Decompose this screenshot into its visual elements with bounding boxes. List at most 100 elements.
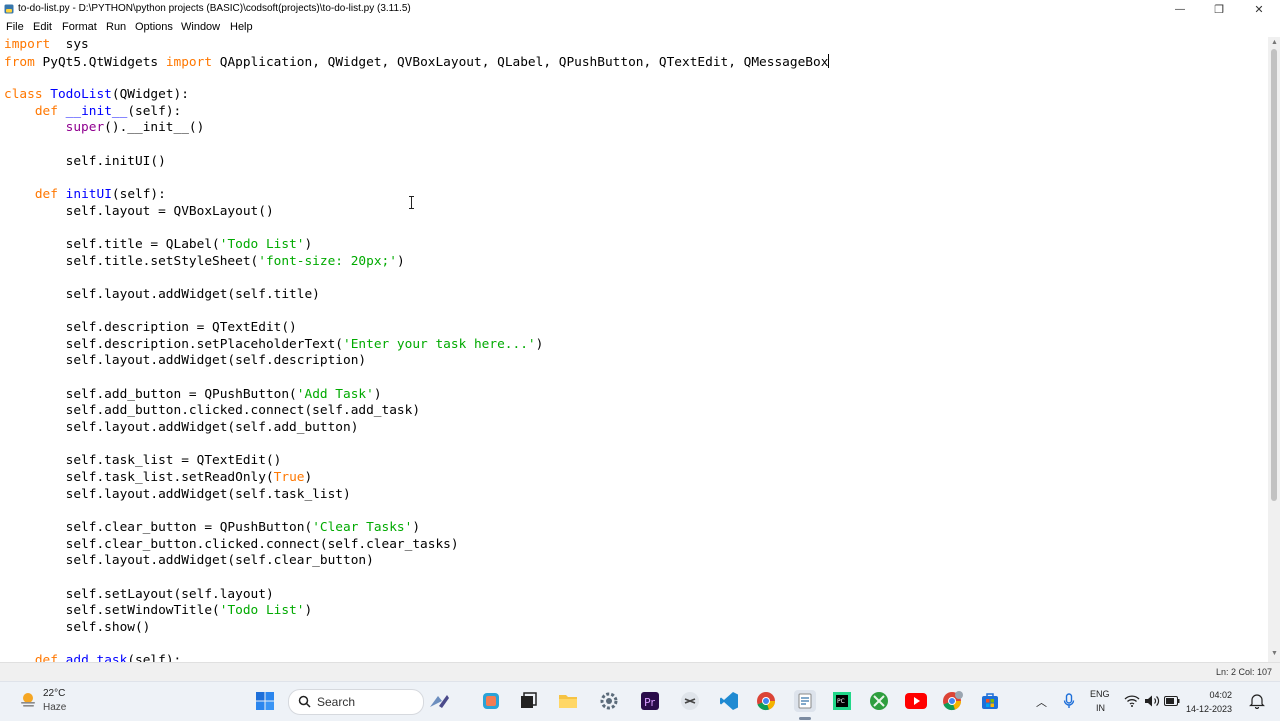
- code-token: ): [304, 470, 313, 486]
- scroll-up-icon[interactable]: ▲: [1271, 39, 1278, 46]
- code-line[interactable]: class TodoList(QWidget):: [4, 87, 829, 104]
- notifications-icon[interactable]: [1246, 690, 1268, 712]
- code-editor[interactable]: import sys from PyQt5.QtWidgets import QA…: [0, 37, 1268, 662]
- search-highlight-icon: [430, 695, 449, 708]
- code-token-kw: class: [4, 86, 43, 102]
- language-bottom[interactable]: IN: [1096, 703, 1105, 713]
- code-line[interactable]: [4, 137, 829, 154]
- code-line[interactable]: self.description.setPlaceholderText('Ent…: [4, 337, 829, 354]
- code-line[interactable]: super().__init__(): [4, 120, 829, 137]
- menu-run[interactable]: Run: [106, 21, 126, 33]
- code-token: sys: [50, 37, 89, 52]
- windows-start-icon[interactable]: [254, 690, 276, 712]
- code-line[interactable]: self.add_button = QPushButton('Add Task'…: [4, 387, 829, 404]
- xbox-icon[interactable]: [868, 690, 890, 712]
- code-line[interactable]: self.layout.addWidget(self.title): [4, 287, 829, 304]
- menu-file[interactable]: File: [6, 21, 24, 33]
- scroll-down-icon[interactable]: ▼: [1271, 650, 1278, 657]
- settings-icon[interactable]: [598, 690, 620, 712]
- code-token: ): [304, 603, 313, 619]
- chrome-icon[interactable]: [755, 690, 777, 712]
- code-token-str: 'Todo List': [219, 236, 305, 252]
- code-line[interactable]: [4, 503, 829, 520]
- code-line[interactable]: self.title.setStyleSheet('font-size: 20p…: [4, 254, 829, 271]
- code-token-kw: import: [4, 37, 51, 52]
- close-button[interactable]: ✕: [1239, 0, 1279, 19]
- wifi-icon[interactable]: [1121, 690, 1143, 712]
- capcut-icon[interactable]: [679, 690, 701, 712]
- code-line[interactable]: [4, 437, 829, 454]
- code-line[interactable]: self.setWindowTitle('Todo List'): [4, 603, 829, 620]
- idle-python-icon[interactable]: [794, 690, 816, 712]
- code-line[interactable]: [4, 70, 829, 87]
- code-line[interactable]: self.clear_button.clicked.connect(self.c…: [4, 537, 829, 554]
- code-token: self.initUI(): [4, 153, 166, 169]
- code-line[interactable]: import sys: [4, 37, 829, 54]
- code-line[interactable]: def add_task(self):: [4, 653, 829, 662]
- code-line[interactable]: self.clear_button = QPushButton('Clear T…: [4, 520, 829, 537]
- clock-date: 14-12-2023: [1185, 704, 1232, 714]
- microphone-icon[interactable]: [1058, 690, 1080, 712]
- maximize-button[interactable]: ❐: [1199, 0, 1239, 19]
- code-line[interactable]: [4, 170, 829, 187]
- menu-help[interactable]: Help: [230, 21, 253, 33]
- vscode-icon[interactable]: [718, 690, 740, 712]
- language-top[interactable]: ENG: [1090, 689, 1110, 699]
- system-clock[interactable]: 04:02 14-12-2023: [1186, 688, 1232, 716]
- minimize-button[interactable]: —: [1160, 0, 1200, 19]
- widgets-icon[interactable]: [480, 690, 502, 712]
- chrome-profile-icon[interactable]: [942, 690, 964, 712]
- weather-description[interactable]: Haze: [43, 702, 66, 713]
- code-line[interactable]: self.layout.addWidget(self.description): [4, 353, 829, 370]
- code-line[interactable]: self.initUI(): [4, 154, 829, 171]
- task-view-icon[interactable]: [517, 690, 539, 712]
- code-line[interactable]: self.task_list = QTextEdit(): [4, 453, 829, 470]
- scrollbar-thumb[interactable]: [1271, 49, 1277, 501]
- menu-edit[interactable]: Edit: [33, 21, 52, 33]
- code-token: self.layout.addWidget(self.title): [4, 286, 320, 302]
- code-line[interactable]: self.add_button.clicked.connect(self.add…: [4, 403, 829, 420]
- title-bar: to-do-list.py - D:\PYTHON\python project…: [0, 0, 1280, 19]
- code-line[interactable]: self.setLayout(self.layout): [4, 587, 829, 604]
- code-line[interactable]: self.show(): [4, 620, 829, 637]
- code-line[interactable]: def initUI(self):: [4, 187, 829, 204]
- code-line[interactable]: [4, 637, 829, 654]
- file-explorer-icon[interactable]: [557, 690, 579, 712]
- vertical-scrollbar[interactable]: ▲ ▼: [1268, 37, 1280, 662]
- code-line[interactable]: def __init__(self):: [4, 104, 829, 121]
- taskbar-search-box[interactable]: Search: [288, 689, 449, 715]
- battery-icon[interactable]: [1161, 690, 1183, 712]
- premiere-icon[interactable]: Pr: [639, 690, 661, 712]
- store-icon[interactable]: [979, 690, 1001, 712]
- code-line[interactable]: [4, 370, 829, 387]
- code-line[interactable]: self.layout.addWidget(self.add_button): [4, 420, 829, 437]
- code-line[interactable]: self.layout.addWidget(self.clear_button): [4, 553, 829, 570]
- menu-window[interactable]: Window: [181, 21, 220, 33]
- code-line[interactable]: self.description = QTextEdit(): [4, 320, 829, 337]
- code-line[interactable]: [4, 304, 829, 321]
- youtube-icon[interactable]: [905, 690, 927, 712]
- code-line[interactable]: [4, 570, 829, 587]
- code-line[interactable]: [4, 220, 829, 237]
- haze-weather-icon[interactable]: [18, 690, 38, 710]
- python-file-icon: [4, 4, 14, 14]
- code-line[interactable]: self.layout = QVBoxLayout(): [4, 204, 829, 221]
- code-token: ().__init__(): [104, 120, 205, 136]
- volume-icon[interactable]: [1141, 690, 1163, 712]
- show-hidden-icons-chevron-icon[interactable]: ︿: [1036, 694, 1047, 710]
- code-token-kw: from: [4, 54, 35, 70]
- pycharm-icon[interactable]: PC: [831, 690, 853, 712]
- menu-format[interactable]: Format: [62, 21, 97, 33]
- code-token: self.clear_button = QPushButton(: [4, 520, 313, 536]
- search-icon: [298, 695, 311, 708]
- code-line[interactable]: self.task_list.setReadOnly(True): [4, 470, 829, 487]
- code-line[interactable]: [4, 270, 829, 287]
- weather-temperature[interactable]: 22°C: [43, 688, 65, 699]
- code-line[interactable]: self.title = QLabel('Todo List'): [4, 237, 829, 254]
- code-line[interactable]: from PyQt5.QtWidgets import QApplication…: [4, 53, 830, 71]
- taskbar: 22°C Haze Search Pr PC ︿ ENG IN 04:02 14…: [0, 681, 1280, 721]
- menu-options[interactable]: Options: [135, 21, 173, 33]
- code-text[interactable]: import sys from PyQt5.QtWidgets import QA…: [4, 37, 830, 662]
- code-line[interactable]: self.layout.addWidget(self.task_list): [4, 487, 829, 504]
